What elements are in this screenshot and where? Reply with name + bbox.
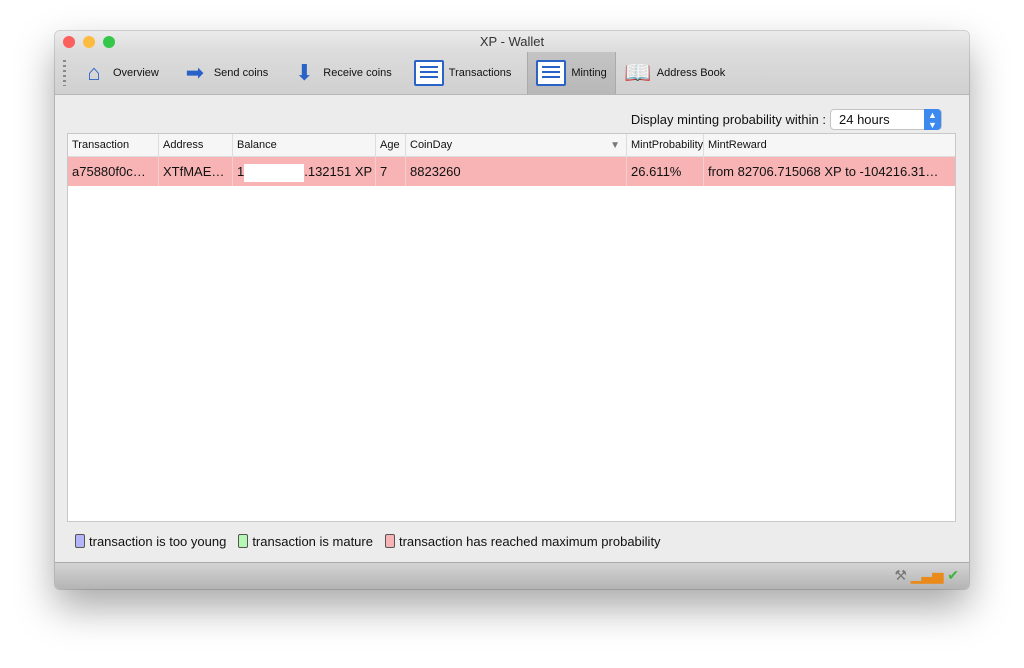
period-select[interactable]: 24 hours ▲ ▼ xyxy=(830,109,942,130)
tab-send-coins[interactable]: ➡ Send coins xyxy=(167,52,276,94)
tab-minting[interactable]: Minting xyxy=(527,52,616,94)
minimize-button[interactable] xyxy=(83,36,95,48)
cell-coinday: 8823260 xyxy=(406,157,627,186)
legend: transaction is too young transaction is … xyxy=(75,534,661,549)
legend-item-young: transaction is too young xyxy=(75,534,226,549)
wallet-window: XP - Wallet ⌂ Overview ➡ Send coins ⬇ Recei… xyxy=(55,31,969,589)
cell-age: 7 xyxy=(376,157,406,186)
tab-label: Address Book xyxy=(656,67,726,79)
tab-address-book[interactable]: 📖 Address Book xyxy=(616,52,733,94)
col-balance[interactable]: Balance xyxy=(233,134,376,156)
tools-icon[interactable]: ⚒ xyxy=(894,567,907,584)
legend-label: transaction has reached maximum probabil… xyxy=(398,534,661,549)
period-value: 24 hours xyxy=(839,112,890,127)
minting-filter: Display minting probability within : 24 … xyxy=(631,109,942,130)
book-icon: 📖 xyxy=(624,60,652,85)
tab-label: Send coins xyxy=(213,67,269,79)
col-address[interactable]: Address xyxy=(159,134,233,156)
legend-item-max: transaction has reached maximum probabil… xyxy=(384,534,661,549)
chevron-updown-icon: ▲ ▼ xyxy=(924,109,941,130)
col-mint-probability[interactable]: MintProbability xyxy=(627,134,704,156)
minting-table: Transaction Address Balance Age CoinDay ▼… xyxy=(67,133,956,522)
balance-suffix: .132151 XP xyxy=(304,164,373,179)
checkmark-icon[interactable]: ✔ xyxy=(947,567,959,584)
list-icon xyxy=(413,60,444,86)
col-label: CoinDay xyxy=(410,139,453,151)
legend-label: transaction is too young xyxy=(89,534,227,549)
close-button[interactable] xyxy=(63,36,75,48)
cell-probability: 26.611% xyxy=(627,157,704,186)
tab-label: Receive coins xyxy=(323,67,392,79)
col-age[interactable]: Age xyxy=(376,134,406,156)
legend-item-mature: transaction is mature xyxy=(238,534,373,549)
balance-prefix: 1 xyxy=(237,164,245,179)
filter-label: Display minting probability within : xyxy=(630,112,826,127)
status-bar: ⚒ ▁▃▅ ✔ xyxy=(55,562,969,589)
swatch-red xyxy=(384,534,395,548)
signal-bars-icon[interactable]: ▁▃▅ xyxy=(911,567,943,584)
home-icon: ⌂ xyxy=(87,60,101,85)
cell-transaction: a75880f0c… xyxy=(68,157,159,186)
col-mint-reward[interactable]: MintReward xyxy=(704,134,955,156)
zoom-button[interactable] xyxy=(103,36,115,48)
col-transaction[interactable]: Transaction xyxy=(68,134,159,156)
redaction-mask xyxy=(244,163,305,182)
table-row[interactable]: a75880f0c… XTfMAE… 1 .132151 XP 7 8823260… xyxy=(68,157,955,186)
table-header: Transaction Address Balance Age CoinDay ▼… xyxy=(68,134,955,157)
tab-transactions[interactable]: Transactions xyxy=(400,52,520,94)
tab-label: Overview xyxy=(113,67,159,79)
tab-label: Minting xyxy=(571,67,607,79)
swatch-green xyxy=(238,534,249,548)
swatch-blue xyxy=(75,534,85,548)
tab-overview[interactable]: ⌂ Overview xyxy=(72,52,167,94)
sort-descending-icon: ▼ xyxy=(610,140,620,151)
window-title: XP - Wallet xyxy=(479,34,545,49)
cell-reward: from 82706.715068 XP to -104216.31… xyxy=(708,164,939,179)
toolbar-grip[interactable] xyxy=(63,60,66,86)
list-icon xyxy=(536,60,567,86)
title-bar: XP - Wallet xyxy=(55,31,969,52)
legend-label: transaction is mature xyxy=(252,534,373,549)
cell-address: XTfMAE… xyxy=(159,157,233,186)
tab-label: Transactions xyxy=(448,67,512,79)
arrow-right-icon: ➡ xyxy=(185,60,205,85)
arrow-down-icon: ⬇ xyxy=(295,60,314,85)
col-coinday[interactable]: CoinDay ▼ xyxy=(406,134,627,156)
cell-balance: 1 .132151 XP xyxy=(233,157,376,186)
toolbar: ⌂ Overview ➡ Send coins ⬇ Receive coins Tra… xyxy=(55,52,969,95)
tab-receive-coins[interactable]: ⬇ Receive coins xyxy=(276,52,399,94)
